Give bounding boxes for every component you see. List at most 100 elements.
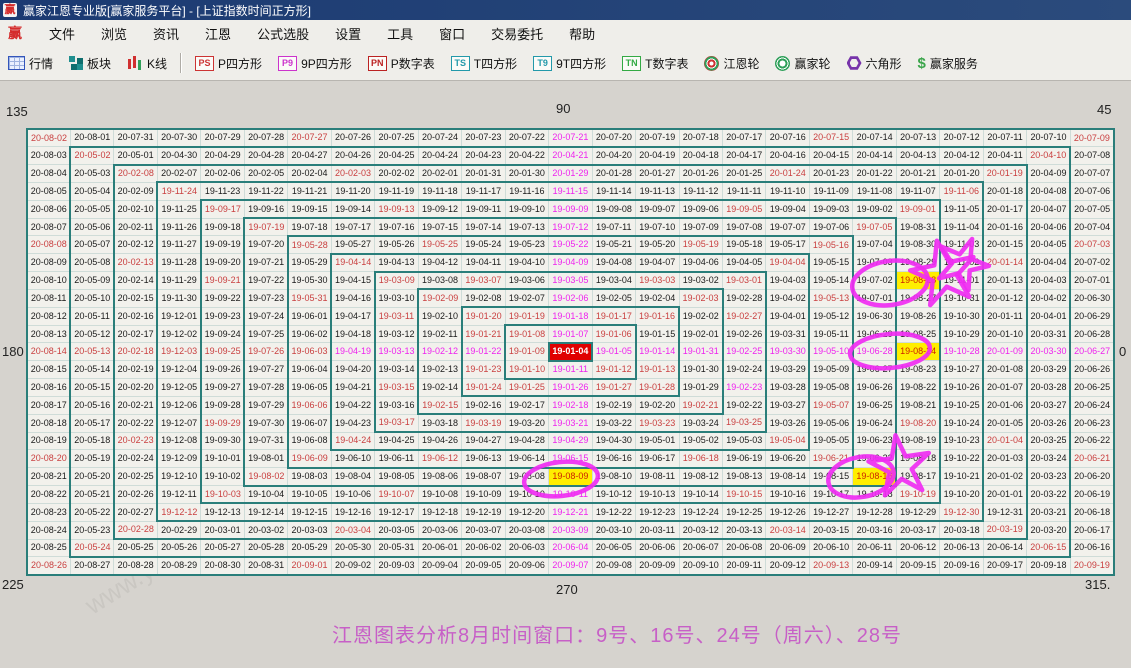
grid-cell-20-07-12: 20-07-12 (940, 129, 983, 147)
grid-cell-20-08-24: 20-08-24 (27, 521, 70, 539)
grid-cell-20-01-28: 20-01-28 (592, 165, 635, 183)
grid-cell-19-12-16: 19-12-16 (331, 503, 374, 521)
grid-cell-20-04-25: 20-04-25 (375, 147, 418, 165)
grid-cell-19-12-26: 19-12-26 (766, 503, 809, 521)
grid-cell-19-07-23: 19-07-23 (244, 289, 287, 307)
toolbar-button-9T四方形[interactable]: T99T四方形 (530, 53, 609, 74)
grid-cell-19-08-23: 19-08-23 (896, 361, 939, 379)
grid-cell-20-05-09: 20-05-09 (70, 272, 113, 290)
wheel-icon (704, 56, 719, 71)
grid-cell-20-07-23: 20-07-23 (462, 129, 505, 147)
toolbar-button-P数字表[interactable]: PNP数字表 (365, 53, 438, 74)
grid-cell-20-01-08: 20-01-08 (983, 361, 1026, 379)
grid-cell-19-11-19: 19-11-19 (375, 182, 418, 200)
grid-cell-20-09-18: 20-09-18 (1027, 557, 1070, 575)
toolbar-label: T四方形 (474, 55, 517, 72)
menu-item-工具[interactable]: 工具 (387, 24, 413, 43)
grid-cell-19-03-13: 19-03-13 (375, 343, 418, 361)
grid-cell-19-10-10: 19-10-10 (505, 486, 548, 504)
toolbar-button-行情[interactable]: 行情 (5, 53, 56, 74)
menu-item-江恩[interactable]: 江恩 (205, 24, 231, 43)
toolbar-button-9P四方形[interactable]: P99P四方形 (275, 53, 355, 74)
grid-cell-19-04-28: 19-04-28 (505, 432, 548, 450)
grid-cell-19-05-18: 19-05-18 (723, 236, 766, 254)
toolbar-button-K线[interactable]: K线 (124, 53, 170, 74)
title-bar[interactable]: 赢 赢家江恩专业版[赢家服务平台] - [上证指数时间正方形] (0, 0, 1131, 20)
grid-cell-20-06-03: 20-06-03 (505, 539, 548, 557)
grid-cell-19-09-04: 19-09-04 (766, 200, 809, 218)
analysis-caption: 江恩图表分析8月时间窗口：9号、16号、24号（周六）、28号 (332, 619, 902, 648)
grid-cell-19-08-15: 19-08-15 (809, 468, 852, 486)
grid-cell-19-02-28: 19-02-28 (723, 289, 766, 307)
grid-cell-20-03-04: 20-03-04 (331, 521, 374, 539)
grid-cell-19-06-09: 19-06-09 (288, 450, 331, 468)
grid-cell-19-09-25: 19-09-25 (201, 343, 244, 361)
toolbar-button-江恩轮[interactable]: 江恩轮 (701, 53, 762, 74)
grid-cell-19-03-28: 19-03-28 (766, 379, 809, 397)
toolbar-button-赢家轮[interactable]: 赢家轮 (772, 53, 833, 74)
grid-cell-20-02-25: 20-02-25 (114, 468, 157, 486)
grid-cell-20-07-02: 20-07-02 (1070, 254, 1114, 272)
grid-cell-20-08-17: 20-08-17 (27, 396, 70, 414)
grid-cell-19-09-01: 19-09-01 (896, 200, 939, 218)
menu-item-资讯[interactable]: 资讯 (153, 24, 179, 43)
grid-cell-19-06-12: 19-06-12 (418, 450, 461, 468)
grid-cell-19-10-16: 19-10-16 (766, 486, 809, 504)
grid-cell-20-01-15: 20-01-15 (983, 236, 1026, 254)
toolbar-button-六角形[interactable]: 六角形 (844, 53, 905, 74)
toolbar-button-赢家服务[interactable]: $赢家服务 (915, 53, 981, 74)
grid-cell-20-04-21: 20-04-21 (549, 147, 592, 165)
grid-cell-20-08-10: 20-08-10 (27, 272, 70, 290)
grid-cell-19-10-24: 19-10-24 (940, 414, 983, 432)
grid-cell-20-02-15: 20-02-15 (114, 289, 157, 307)
menu-item-设置[interactable]: 设置 (335, 24, 361, 43)
grid-cell-20-06-14: 20-06-14 (983, 539, 1026, 557)
toolbar-label: 板块 (87, 55, 111, 72)
time-window-cell-19-08-28: 19-08-28 (896, 272, 939, 290)
grid-cell-19-03-14: 19-03-14 (375, 361, 418, 379)
toolbar-button-T四方形[interactable]: TST四方形 (448, 53, 520, 74)
grid-cell-19-04-25: 19-04-25 (375, 432, 418, 450)
grid-cell-20-04-08: 20-04-08 (1027, 182, 1070, 200)
grid-cell-19-11-11: 19-11-11 (723, 182, 766, 200)
grid-cell-19-11-12: 19-11-12 (679, 182, 722, 200)
grid-cell-19-07-14: 19-07-14 (462, 218, 505, 236)
grid-cell-19-02-13: 19-02-13 (418, 361, 461, 379)
grid-cell-20-07-04: 20-07-04 (1070, 218, 1114, 236)
menu-item-文件[interactable]: 文件 (49, 24, 75, 43)
grid-cell-19-10-15: 19-10-15 (723, 486, 766, 504)
menu-item-浏览[interactable]: 浏览 (101, 24, 127, 43)
toolbar-button-P四方形[interactable]: PSP四方形 (192, 53, 265, 74)
grid-cell-20-01-09: 20-01-09 (983, 343, 1026, 361)
grid-cell-20-03-18: 20-03-18 (940, 521, 983, 539)
grid-cell-20-05-20: 20-05-20 (70, 468, 113, 486)
grid-cell-19-10-18: 19-10-18 (853, 486, 896, 504)
grid-cell-20-02-23: 20-02-23 (114, 432, 157, 450)
grid-cell-19-06-08: 19-06-08 (288, 432, 331, 450)
grid-cell-19-06-15: 19-06-15 (549, 450, 592, 468)
menu-item-交易委托[interactable]: 交易委托 (491, 24, 543, 43)
grid-cell-19-10-20: 19-10-20 (940, 486, 983, 504)
grid-cell-20-04-28: 20-04-28 (244, 147, 287, 165)
grid-cell-19-06-18: 19-06-18 (679, 450, 722, 468)
menu-item-帮助[interactable]: 帮助 (569, 24, 595, 43)
grid-cell-20-09-06: 20-09-06 (505, 557, 548, 575)
toolbar-button-T数字表[interactable]: TNT数字表 (619, 53, 691, 74)
app-logo-icon: 赢 (3, 3, 17, 17)
grid-cell-20-01-02: 20-01-02 (983, 468, 1026, 486)
table-icon (8, 56, 25, 70)
grid-cell-20-03-05: 20-03-05 (375, 521, 418, 539)
grid-cell-19-05-10: 19-05-10 (809, 343, 852, 361)
grid-cell-20-01-20: 20-01-20 (940, 165, 983, 183)
grid-cell-19-12-24: 19-12-24 (679, 503, 722, 521)
toolbar-button-板块[interactable]: 板块 (66, 53, 114, 74)
grid-cell-19-12-29: 19-12-29 (896, 503, 939, 521)
grid-cell-19-02-03: 19-02-03 (679, 289, 722, 307)
grid-cell-19-04-01: 19-04-01 (766, 307, 809, 325)
menu-item-公式选股[interactable]: 公式选股 (257, 24, 309, 43)
grid-cell-19-11-15: 19-11-15 (549, 182, 592, 200)
grid-cell-19-04-24: 19-04-24 (331, 432, 374, 450)
grid-cell-20-06-30: 20-06-30 (1070, 289, 1114, 307)
grid-cell-19-11-27: 19-11-27 (157, 236, 200, 254)
menu-item-窗口[interactable]: 窗口 (439, 24, 465, 43)
